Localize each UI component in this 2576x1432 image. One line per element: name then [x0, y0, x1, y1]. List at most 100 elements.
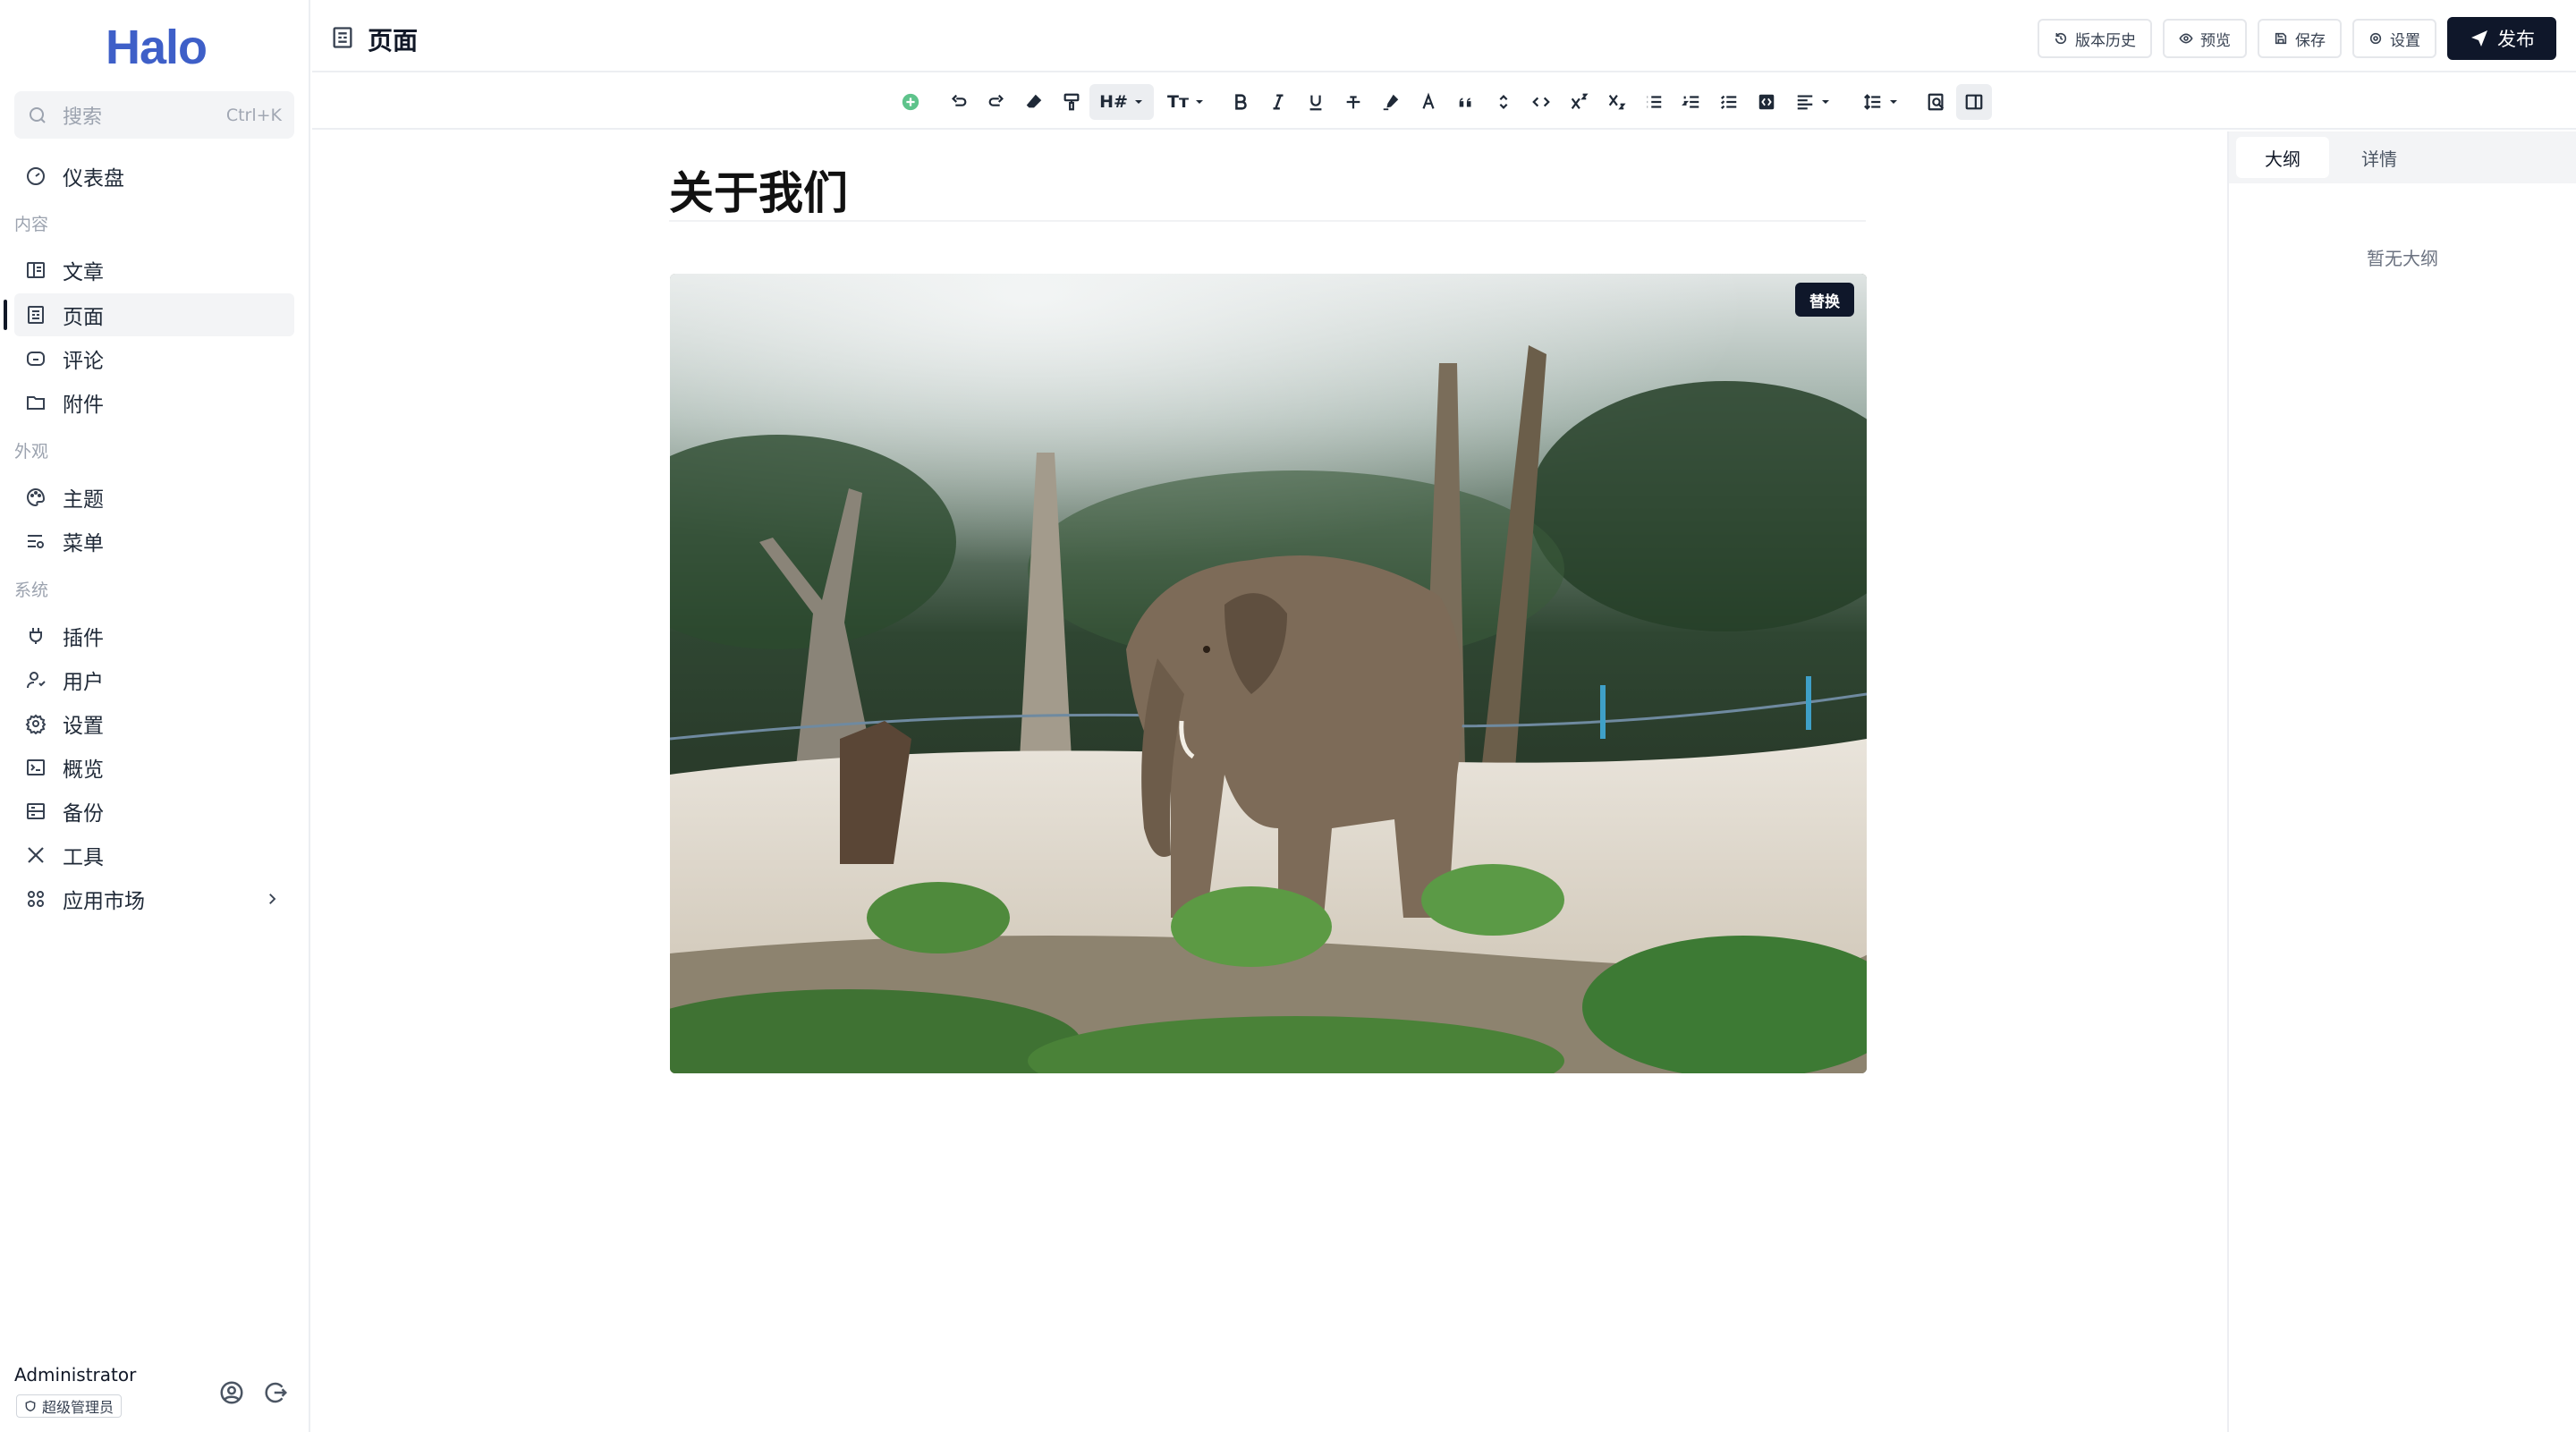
user-name: Administrator: [14, 1364, 137, 1385]
align-left-icon: [1797, 95, 1813, 110]
halo-logo[interactable]: Halo: [106, 20, 208, 75]
sidebar-item-label: 应用市场: [63, 890, 145, 913]
format-painter-button[interactable]: [1055, 84, 1088, 120]
redo-button[interactable]: [980, 84, 1013, 120]
sidebar-item-label: 文章: [63, 261, 104, 284]
bullet-list-button[interactable]: [1638, 84, 1670, 120]
version-history-button[interactable]: 版本历史: [2038, 19, 2152, 58]
sidebar-item-posts[interactable]: 文章: [14, 249, 294, 292]
bold-button[interactable]: [1224, 84, 1257, 120]
document-title[interactable]: 关于我们: [669, 157, 848, 222]
strikethrough-button[interactable]: [1337, 84, 1369, 120]
line-height-icon: [1864, 94, 1881, 110]
highlight-button[interactable]: [1375, 84, 1407, 120]
settings-label: 设置: [2390, 31, 2420, 50]
gear-icon: [25, 714, 47, 734]
settings-button[interactable]: 设置: [2352, 19, 2436, 58]
marker-icon: [1383, 94, 1399, 111]
sidebar-item-label: 仪表盘: [63, 167, 124, 191]
replace-image-button[interactable]: 替换: [1795, 283, 1854, 317]
task-list-button[interactable]: [1713, 84, 1745, 120]
tab-outline[interactable]: 大纲: [2236, 137, 2329, 178]
quote-icon: [1459, 97, 1471, 107]
paint-brush-icon: [1063, 93, 1080, 111]
panel-tabs: 大纲 详情: [2229, 131, 2576, 183]
sidebar-item-backup[interactable]: 备份: [14, 790, 294, 833]
add-block-button[interactable]: [894, 84, 927, 120]
nav-group-appearance: 外观: [14, 442, 49, 462]
outline-empty-text: 暂无大纲: [2367, 248, 2438, 269]
user-icon: [27, 672, 46, 689]
dashboard-icon: [27, 167, 45, 185]
backup-icon: [27, 803, 45, 819]
align-dropdown[interactable]: [1788, 84, 1838, 120]
sidebar-item-tools[interactable]: 工具: [14, 834, 294, 877]
clear-format-button[interactable]: [1018, 84, 1050, 120]
publish-label: 发布: [2497, 29, 2535, 50]
code-block-icon: [1758, 94, 1775, 110]
page-icon: [333, 27, 352, 48]
palette-icon: [27, 487, 46, 507]
italic-button[interactable]: [1262, 84, 1294, 120]
line-height-dropdown[interactable]: [1856, 84, 1906, 120]
heading-dropdown[interactable]: H#: [1089, 84, 1154, 120]
superscript-button[interactable]: [1563, 84, 1595, 120]
sidebar-item-label: 评论: [63, 350, 104, 373]
sidebar-item-menus[interactable]: 菜单: [14, 520, 294, 563]
nav-group-system: 系统: [14, 580, 49, 600]
tab-details[interactable]: 详情: [2333, 137, 2426, 178]
sidebar-item-settings[interactable]: 设置: [14, 702, 294, 745]
sidebar: Halo 搜索 Ctrl+K 仪表盘 内容 文章 页面 评论 附件 外观 主题 …: [0, 0, 310, 1432]
bold-icon: [1235, 94, 1247, 110]
font-size-dropdown[interactable]: Tт: [1161, 84, 1211, 120]
sidebar-item-attachments[interactable]: 附件: [14, 381, 294, 424]
subscript-button[interactable]: [1600, 84, 1632, 120]
sidebar-item-label: 用户: [63, 671, 104, 694]
gear-icon: [2369, 32, 2382, 45]
search-shortcut: Ctrl+K: [225, 105, 282, 125]
undo-button[interactable]: [943, 84, 975, 120]
outline-panel: 大纲 详情 暂无大纲: [2227, 131, 2576, 1432]
sidebar-item-comments[interactable]: 评论: [14, 337, 294, 380]
blockquote-button[interactable]: [1450, 84, 1482, 120]
font-color-button[interactable]: [1412, 84, 1445, 120]
sidebar-item-overview[interactable]: 概览: [14, 746, 294, 789]
code-button[interactable]: [1525, 84, 1557, 120]
sidebar-item-marketplace[interactable]: 应用市场: [14, 877, 294, 920]
sidebar-item-label: 主题: [63, 488, 104, 512]
preview-button[interactable]: 预览: [2163, 19, 2247, 58]
sidebar-item-label: 备份: [63, 802, 104, 826]
nav-group-content: 内容: [14, 215, 49, 234]
undo-icon: [952, 94, 967, 106]
send-icon: [2471, 30, 2487, 47]
expand-button[interactable]: [1487, 84, 1520, 120]
search-replace-button[interactable]: [1920, 84, 1953, 120]
ordered-list-button[interactable]: [1675, 84, 1707, 120]
page-header: 页面 版本历史 预览 保存 设置 发布: [312, 0, 2576, 72]
caret-down-icon: [1890, 100, 1897, 104]
profile-icon[interactable]: [218, 1379, 245, 1406]
code-block-button[interactable]: [1750, 84, 1783, 120]
history-icon: [2055, 32, 2067, 45]
sidebar-item-dashboard[interactable]: 仪表盘: [14, 155, 294, 198]
sidebar-item-themes[interactable]: 主题: [14, 476, 294, 519]
sidebar-item-label: 设置: [63, 715, 104, 738]
logout-icon[interactable]: [262, 1379, 289, 1406]
caret-down-icon: [1134, 100, 1142, 104]
chevron-right-icon: [269, 894, 276, 904]
sidebar-item-label: 插件: [63, 627, 104, 650]
save-button[interactable]: 保存: [2258, 19, 2342, 58]
underline-button[interactable]: [1300, 84, 1332, 120]
toggle-sidebar-button[interactable]: [1956, 84, 1992, 120]
expand-vertical-icon: [1499, 95, 1508, 109]
task-list-icon: [1720, 95, 1737, 109]
sidebar-item-pages[interactable]: 页面: [14, 293, 294, 336]
user-role-label: 超级管理员: [42, 1399, 114, 1416]
sidebar-item-plugins[interactable]: 插件: [14, 614, 294, 657]
redo-icon: [988, 94, 1004, 106]
sidebar-item-users[interactable]: 用户: [14, 658, 294, 701]
sidebar-item-label: 菜单: [63, 532, 104, 555]
publish-button[interactable]: 发布: [2447, 17, 2556, 60]
content-image[interactable]: 替换: [670, 274, 1867, 1073]
search-box[interactable]: 搜索 Ctrl+K: [14, 91, 294, 139]
